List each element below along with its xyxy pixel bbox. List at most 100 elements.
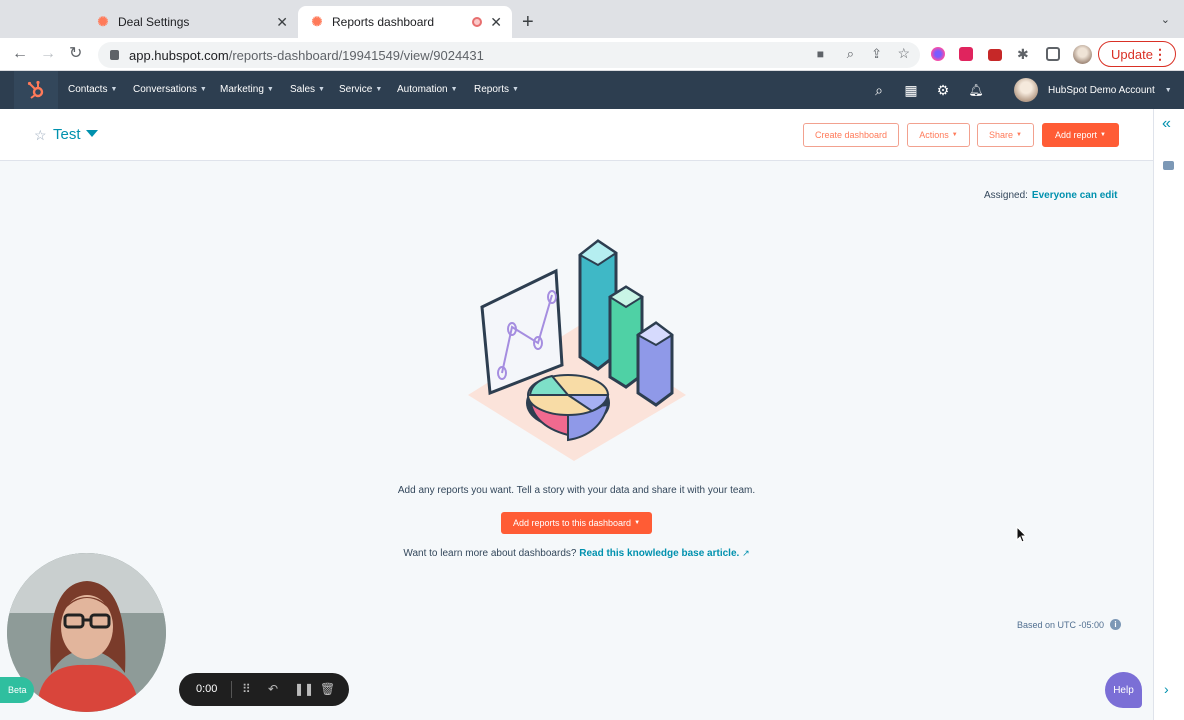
dashboard-title[interactable]: Test (53, 126, 81, 143)
chevron-down-icon: ▼ (512, 86, 519, 93)
recorder-controls: 0:00 ⠿ ↶ ❚❚ 🗑︎ (179, 673, 349, 706)
chat-icon[interactable] (1163, 161, 1174, 170)
caret-down-icon: ▼ (634, 520, 641, 526)
button-label: Add reports to this dashboard (512, 518, 632, 528)
assigned-label: Assigned: (984, 190, 1028, 201)
back-arrow-icon[interactable]: ← (12, 45, 28, 63)
external-link-icon: ↗ (742, 548, 750, 558)
divider (231, 681, 232, 698)
nav-label: Sales (290, 84, 316, 95)
url-host: app.hubspot.com (129, 47, 229, 63)
extension-icon[interactable] (959, 47, 973, 61)
hubspot-sprocket-icon (27, 80, 44, 99)
chevron-down-icon: ▼ (266, 86, 274, 93)
close-tab-icon[interactable]: ✕ (490, 14, 502, 30)
nav-label: Automation (397, 84, 448, 95)
tab-search-chevron-icon[interactable]: ⌄ (1161, 13, 1170, 26)
button-label: Actions (919, 130, 949, 140)
account-avatar (1014, 78, 1038, 102)
timezone-label: Based on UTC -05:00 (1017, 619, 1105, 630)
expand-sidebar-icon[interactable]: « (1162, 115, 1171, 133)
browser-toolbar: ← → ↻ app.hubspot.com/reports-dashboard/… (0, 38, 1184, 71)
assigned-value-link[interactable]: Everyone can edit (1032, 190, 1118, 201)
lock-icon (110, 50, 119, 60)
pause-icon[interactable]: ❚❚ (294, 682, 314, 696)
reload-icon[interactable]: ↻ (69, 45, 82, 63)
learn-more-text: Want to learn more about dashboards? Rea… (0, 548, 1153, 559)
browser-tab-deal-settings[interactable]: ✺ Deal Settings ✕ (82, 6, 298, 38)
dashboard-header: ☆ Test Create dashboard Actions ▼ Share ▼ … (0, 109, 1153, 161)
drag-handle-icon[interactable]: ⠿ (242, 682, 251, 696)
caret-down-icon: ▼ (1100, 132, 1106, 138)
chevron-right-icon[interactable]: › (1164, 681, 1169, 697)
bookmark-star-icon[interactable]: ☆ (897, 45, 910, 62)
extension-icon[interactable] (931, 47, 945, 61)
puzzle-extensions-icon[interactable]: ✱ (1017, 45, 1029, 63)
hubspot-favicon-icon: ✺ (311, 14, 323, 29)
kebab-menu-icon: ⋮ (1153, 46, 1167, 62)
settings-gear-icon[interactable]: ⚙ (935, 82, 951, 98)
tab-title: Deal Settings (118, 15, 190, 29)
nav-label: Service (339, 84, 373, 95)
hubspot-logo[interactable] (14, 71, 58, 109)
info-icon[interactable]: i (1110, 619, 1122, 630)
chevron-down-icon: ▼ (199, 86, 207, 93)
learn-prefix: Want to learn more about dashboards? (403, 548, 577, 559)
nav-automation[interactable]: Automation ▼ (397, 84, 458, 95)
assigned-info: Assigned: Everyone can edit (984, 190, 1118, 201)
address-bar[interactable]: app.hubspot.com/reports-dashboard/199415… (98, 42, 920, 68)
button-label: Create dashboard (814, 130, 888, 140)
create-dashboard-button[interactable]: Create dashboard (803, 123, 899, 147)
zoom-icon[interactable]: ⌕ (847, 46, 854, 62)
update-label: Update (1111, 46, 1153, 62)
chevron-down-icon: ▼ (1164, 86, 1172, 94)
nav-service[interactable]: Service ▼ (339, 84, 382, 95)
nav-sales[interactable]: Sales ▼ (290, 84, 325, 95)
nav-conversations[interactable]: Conversations ▼ (133, 84, 207, 95)
trash-icon[interactable]: 🗑︎ (320, 682, 335, 696)
marketplace-icon[interactable]: ▦ (903, 82, 919, 98)
favorite-star-icon[interactable]: ☆ (34, 127, 47, 144)
browser-tab-strip: ✺ Deal Settings ✕ ✺ Reports dashboard ✕ … (0, 0, 1184, 38)
beta-badge: Beta (0, 677, 34, 703)
hubspot-favicon-icon: ✺ (97, 14, 109, 29)
caret-down-icon: ▼ (951, 132, 958, 138)
empty-state-message: Add any reports you want. Tell a story w… (397, 485, 756, 496)
browser-tab-reports-dashboard[interactable]: ✺ Reports dashboard ✕ (298, 6, 512, 38)
chevron-down-icon: ▼ (450, 86, 458, 93)
nav-marketing[interactable]: Marketing ▼ (220, 84, 274, 95)
account-name: HubSpot Demo Account (1048, 84, 1155, 96)
profile-avatar[interactable] (1073, 45, 1092, 64)
tab-title: Reports dashboard (332, 15, 435, 29)
close-tab-icon[interactable]: ✕ (276, 14, 288, 30)
mouse-cursor-icon (1016, 526, 1028, 543)
hubspot-top-nav: Contacts ▼ Conversations ▼ Marketing ▼ Sale… (0, 71, 1184, 109)
share-page-icon[interactable]: ⇪ (871, 46, 882, 62)
notifications-bell-icon[interactable]: 🔔︎ (968, 82, 984, 98)
add-report-button[interactable]: Add report ▼ (1042, 123, 1119, 147)
browser-update-button[interactable]: Update ⋮ (1098, 41, 1176, 67)
side-panel-icon[interactable] (1046, 47, 1060, 61)
dashboard-switcher-caret-icon[interactable] (86, 130, 98, 137)
nav-label: Contacts (68, 84, 108, 95)
add-reports-to-dashboard-button[interactable]: Add reports to this dashboard ▼ (501, 512, 652, 534)
knowledge-base-link[interactable]: Read this knowledge base article. (579, 548, 739, 559)
chevron-down-icon: ▼ (110, 86, 118, 93)
new-tab-button[interactable]: + (522, 12, 534, 32)
extension-icon[interactable] (988, 49, 1002, 61)
search-icon[interactable]: ⌕ (871, 82, 887, 98)
chevron-down-icon: ▼ (318, 86, 325, 93)
share-button[interactable]: Share ▼ (977, 123, 1034, 147)
chevron-down-icon: ▼ (375, 86, 383, 93)
camera-icon[interactable]: ■ (817, 47, 824, 61)
nav-contacts[interactable]: Contacts ▼ (68, 84, 117, 95)
undo-icon[interactable]: ↶ (268, 682, 278, 696)
account-menu[interactable]: HubSpot Demo Account ▼ (1014, 78, 1172, 102)
button-label: Share (989, 130, 1014, 140)
nav-reports[interactable]: Reports ▼ (474, 84, 519, 95)
empty-dashboard-illustration (468, 239, 686, 461)
help-button[interactable]: Help (1105, 672, 1142, 708)
forward-arrow-icon[interactable]: → (40, 45, 56, 63)
caret-down-icon: ▼ (1016, 132, 1022, 138)
actions-button[interactable]: Actions ▼ (907, 123, 970, 147)
